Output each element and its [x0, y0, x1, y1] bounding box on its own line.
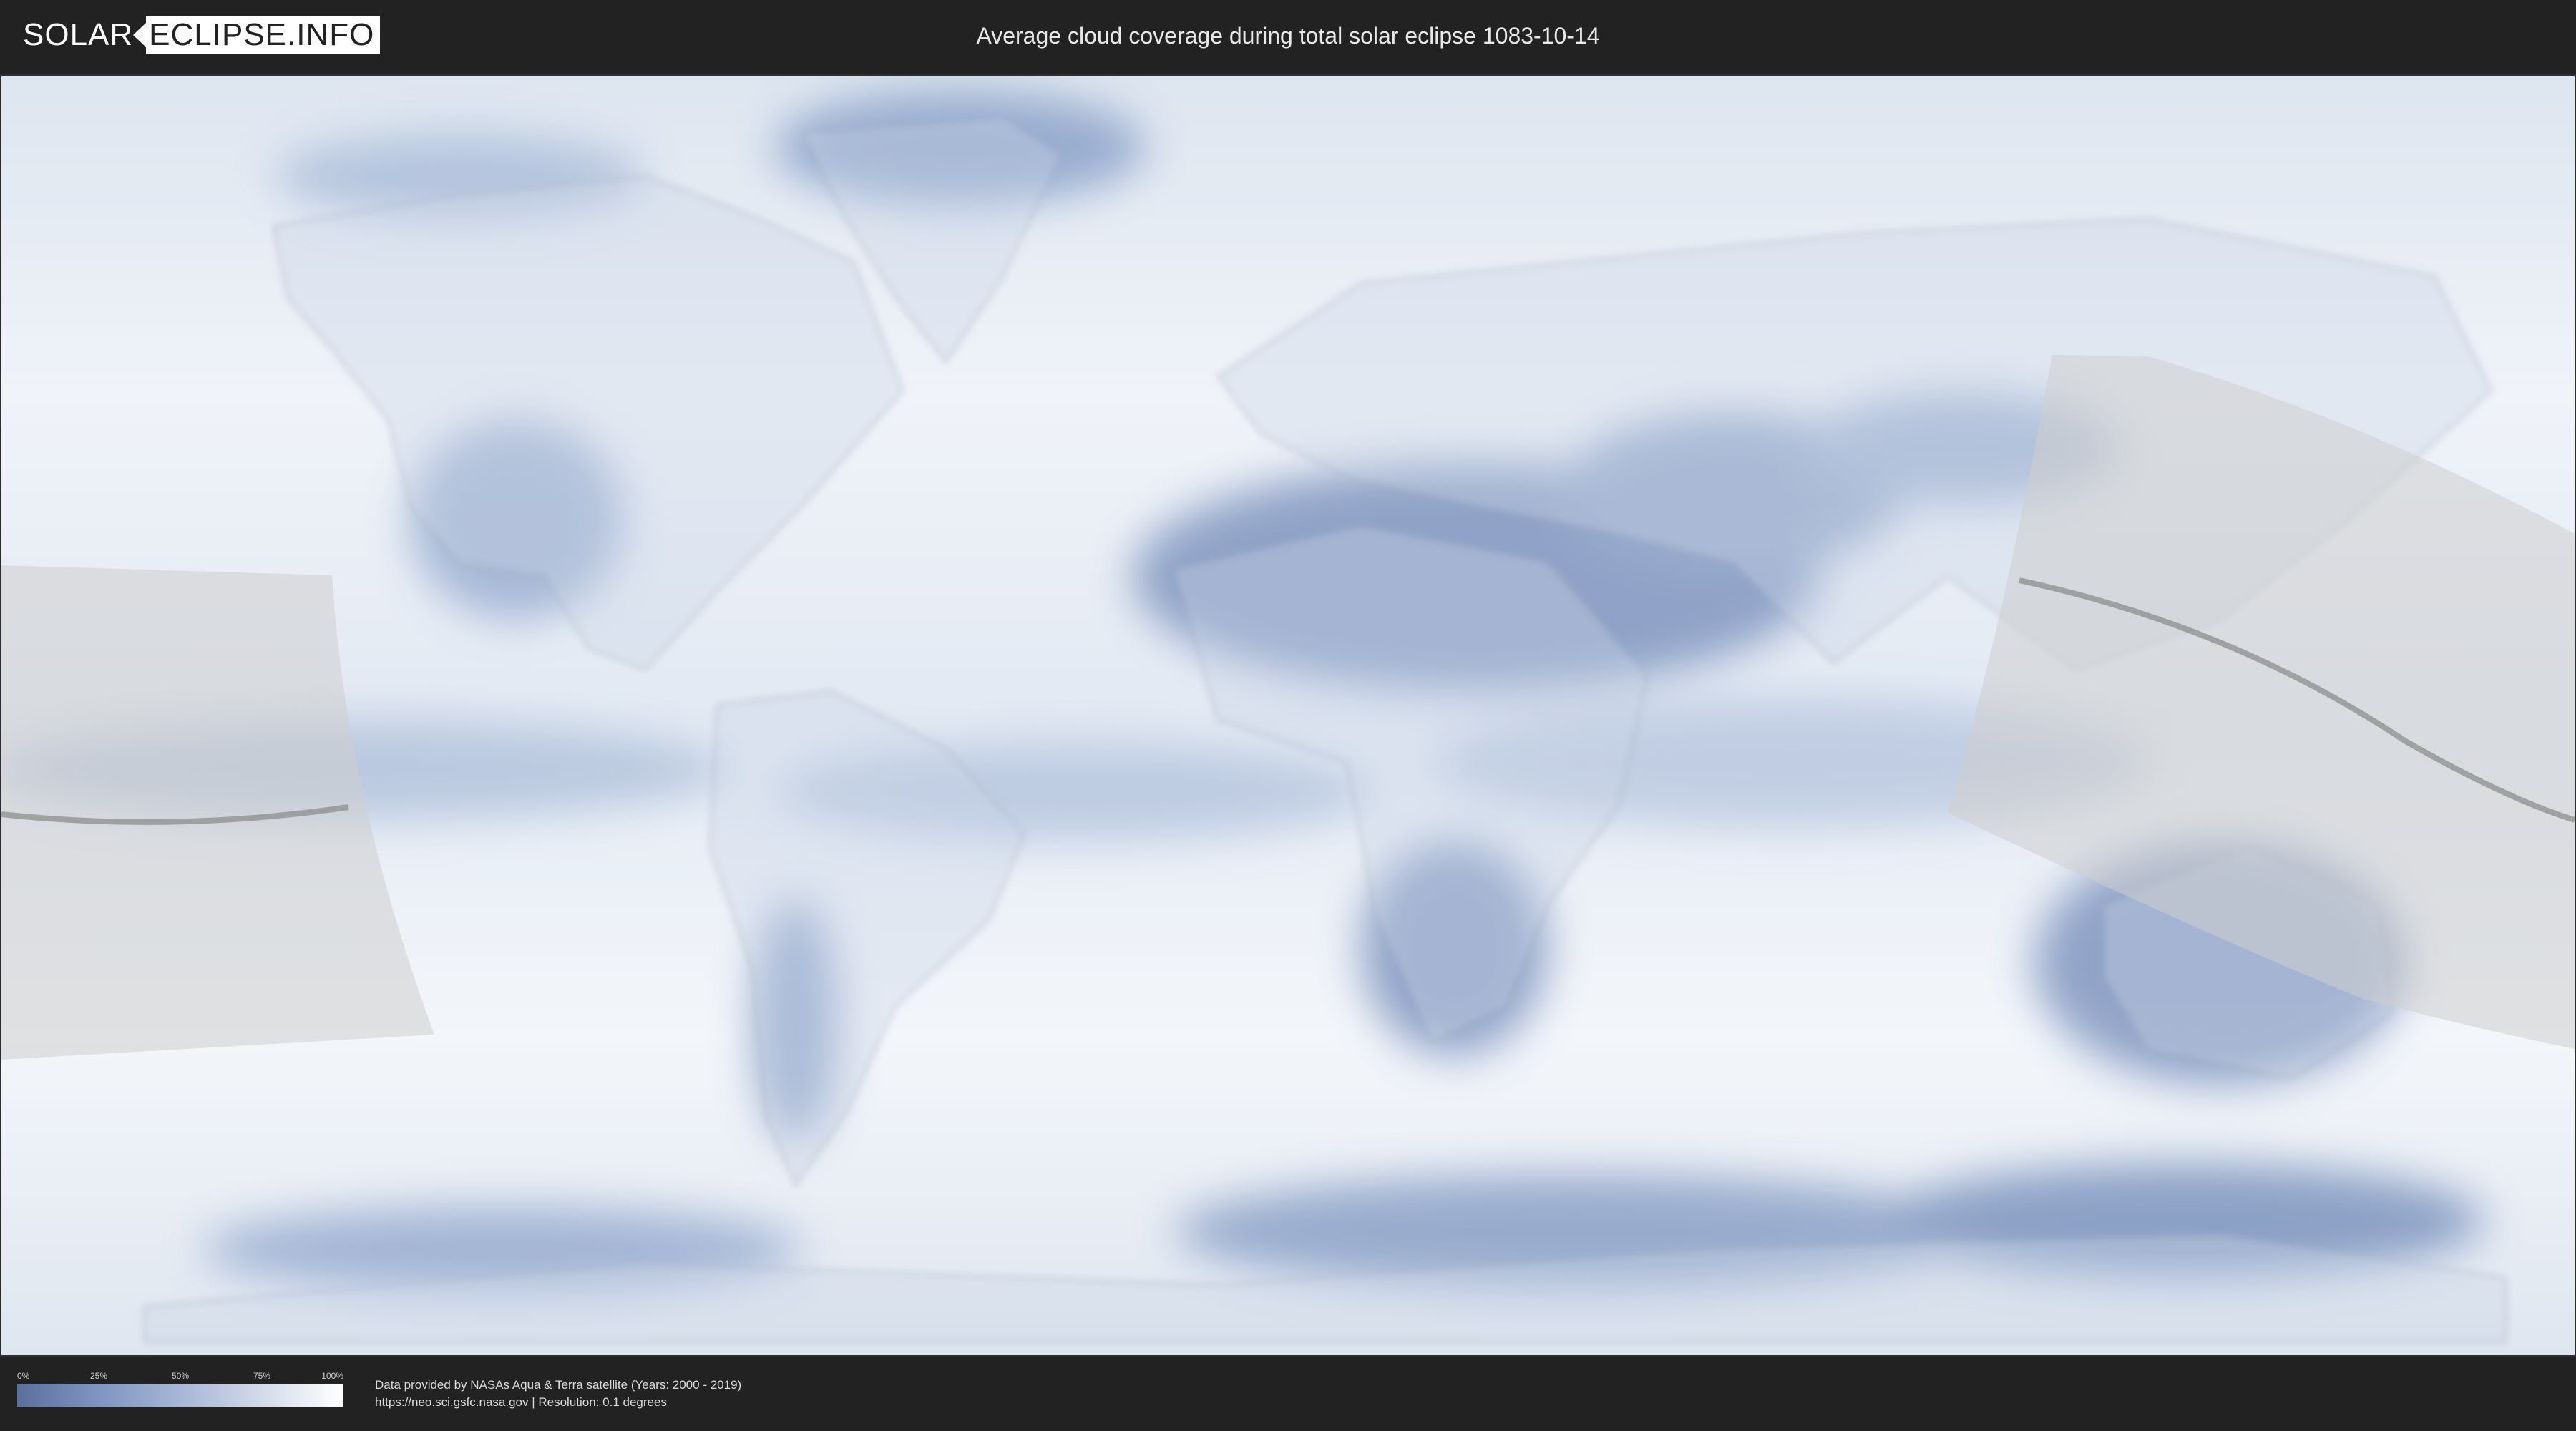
- cloud-coverage-map[interactable]: [0, 74, 2576, 1357]
- footer-bar: 0% 25% 50% 75% 100% Data provided by NAS…: [0, 1357, 2576, 1431]
- credits-source: Data provided by NASAs Aqua & Terra sate…: [375, 1378, 742, 1392]
- legend-tick-50: 50%: [171, 1371, 190, 1381]
- legend-tick-25: 25%: [89, 1371, 108, 1381]
- data-credits: Data provided by NASAs Aqua & Terra sate…: [375, 1377, 741, 1411]
- legend-gradient-bar: [17, 1384, 343, 1407]
- credits-link[interactable]: https://neo.sci.gsfc.nasa.gov | Resoluti…: [375, 1394, 741, 1411]
- legend-tick-75: 75%: [253, 1371, 271, 1381]
- legend-tick-0: 0%: [17, 1371, 30, 1381]
- legend-tick-100: 100%: [321, 1371, 343, 1381]
- world-map: [1, 76, 2575, 1355]
- page-title: Average cloud coverage during total sola…: [976, 23, 1600, 49]
- color-legend: 0% 25% 50% 75% 100%: [17, 1371, 343, 1414]
- header-bar: SOLAR ECLIPSE.INFO Average cloud coverag…: [0, 0, 2576, 72]
- cloud-veil: [1, 76, 2575, 1355]
